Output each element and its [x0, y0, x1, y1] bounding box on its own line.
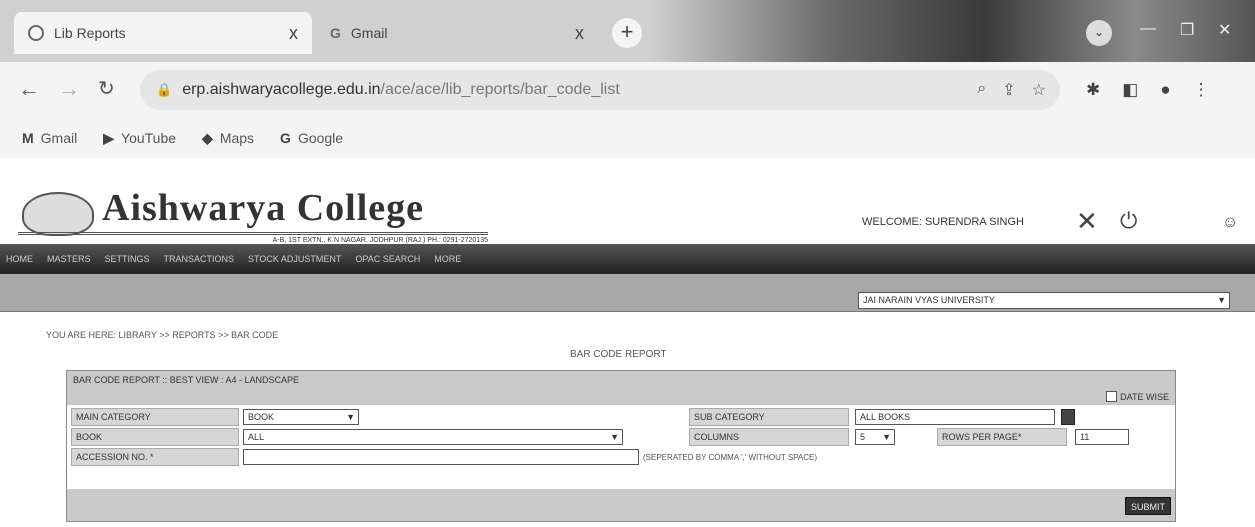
- globe-icon: [28, 25, 44, 41]
- bookmark-star-icon[interactable]: ☆: [1032, 80, 1046, 100]
- sub-category-value: ALL BOOKS: [860, 412, 911, 422]
- gmail-icon: M: [22, 130, 34, 146]
- college-address: A-B, 1ST EXTN., K N NAGAR, JODHPUR (RAJ.…: [18, 232, 488, 244]
- columns-value: 5: [860, 432, 866, 442]
- more-menu-icon[interactable]: ⋮: [1193, 80, 1210, 100]
- bookmark-gmail[interactable]: M Gmail: [22, 130, 77, 146]
- close-tab-icon[interactable]: x: [289, 23, 298, 44]
- rows-per-page-label: ROWS PER PAGE*: [937, 428, 1067, 446]
- book-label: BOOK: [71, 428, 239, 446]
- report-form: BAR CODE REPORT :: BEST VIEW : A4 - LAND…: [66, 370, 1176, 522]
- bookmark-label: Gmail: [40, 130, 78, 146]
- tab-lib-reports[interactable]: Lib Reports x: [14, 12, 312, 54]
- rows-per-page-value: 11: [1080, 432, 1090, 442]
- accession-no-hint: (SEPERATED BY COMMA ',' WITHOUT SPACE): [643, 453, 818, 462]
- chevron-down-icon: ▼: [1217, 295, 1226, 305]
- bookmark-maps[interactable]: ◆ Maps: [202, 130, 254, 147]
- main-category-label: MAIN CATEGORY: [71, 408, 239, 426]
- submit-button[interactable]: SUBMIT: [1124, 497, 1171, 515]
- bookmark-label: YouTube: [121, 130, 177, 146]
- bookmarks-bar: M Gmail ▶ YouTube ◆ Maps G Google: [0, 118, 1255, 158]
- sub-category-field[interactable]: ALL BOOKS: [855, 409, 1055, 425]
- breadcrumb: YOU ARE HERE: LIBRARY >> REPORTS >> BAR …: [46, 330, 279, 340]
- window-close-icon[interactable]: ✕: [1218, 20, 1231, 40]
- maximize-icon[interactable]: ❐: [1180, 20, 1194, 40]
- sub-category-picker-icon[interactable]: [1061, 409, 1075, 425]
- form-row-book: BOOK ALL ▼ COLUMNS 5 ▼ ROWS PER PAGE* 11: [67, 427, 1175, 447]
- menu-settings[interactable]: SETTINGS: [105, 254, 150, 264]
- tab-search-icon[interactable]: ⌄: [1086, 20, 1112, 46]
- book-value: ALL: [248, 432, 265, 442]
- share-icon[interactable]: ⇪: [1002, 80, 1015, 100]
- user-icon[interactable]: ☺: [1222, 214, 1238, 232]
- side-panel-icon[interactable]: ◧: [1122, 80, 1138, 100]
- minimize-icon[interactable]: —: [1140, 20, 1156, 38]
- menu-stock-adjustment[interactable]: STOCK ADJUSTMENT: [248, 254, 341, 264]
- sub-category-label: SUB CATEGORY: [689, 408, 849, 426]
- form-row-accession: ACCESSION NO. * (SEPERATED BY COMMA ',' …: [67, 447, 1175, 467]
- bookmark-label: Google: [297, 130, 344, 146]
- report-form-subheader: [67, 389, 1175, 405]
- window-titlebar-background: [650, 0, 1255, 62]
- menu-masters[interactable]: MASTERS: [47, 254, 91, 264]
- google-icon: G: [330, 25, 341, 41]
- chevron-down-icon: ▼: [610, 432, 619, 442]
- tab-title: Lib Reports: [54, 25, 126, 41]
- new-tab-button[interactable]: +: [612, 18, 642, 48]
- rows-per-page-input[interactable]: 11: [1075, 429, 1129, 445]
- chevron-down-icon: ▼: [882, 432, 891, 442]
- accession-no-input[interactable]: [243, 449, 639, 465]
- google-icon: G: [280, 130, 291, 146]
- date-wise-checkbox[interactable]: [1106, 391, 1118, 402]
- university-select-value: JAI NARAIN VYAS UNIVERSITY: [863, 295, 995, 305]
- back-icon[interactable]: ←: [18, 76, 40, 102]
- profile-icon[interactable]: ●: [1160, 80, 1170, 100]
- url-path: /ace/ace/lib_reports/bar_code_list: [380, 81, 620, 98]
- youtube-icon: ▶: [103, 129, 115, 146]
- power-icon[interactable]: ⏻: [1120, 208, 1137, 234]
- main-category-value: BOOK: [248, 412, 275, 422]
- tools-icon[interactable]: ✕: [1076, 206, 1098, 237]
- zoom-icon[interactable]: ⌕: [977, 80, 986, 100]
- maps-icon: ◆: [202, 129, 213, 146]
- menu-more[interactable]: MORE: [434, 254, 461, 264]
- menu-transactions[interactable]: TRANSACTIONS: [164, 254, 235, 264]
- chevron-down-icon: ▼: [346, 412, 355, 422]
- main-menu: HOME MASTERS SETTINGS TRANSACTIONS STOCK…: [0, 244, 1255, 274]
- address-toolbar: ← → ↻ 🔒 erp.aishwaryacollege.edu.in/ace/…: [0, 62, 1255, 118]
- tab-title: Gmail: [350, 25, 388, 41]
- welcome-text: WELCOME: SURENDRA SINGH: [862, 216, 1024, 228]
- browser-tab-bar: Lib Reports x G Gmail x + ⌄ — ❐ ✕: [0, 0, 1255, 62]
- book-select[interactable]: ALL ▼: [243, 429, 623, 445]
- accession-no-label: ACCESSION NO. *: [71, 448, 239, 466]
- address-bar[interactable]: 🔒 erp.aishwaryacollege.edu.in/ace/ace/li…: [140, 70, 1060, 110]
- date-wise-label: DATE WISE: [1120, 391, 1169, 402]
- main-category-select[interactable]: BOOK ▼: [243, 409, 359, 425]
- report-form-header: BAR CODE REPORT :: BEST VIEW : A4 - LAND…: [67, 371, 1175, 389]
- date-wise-option[interactable]: DATE WISE: [1106, 391, 1169, 402]
- extensions-icon[interactable]: ✱: [1086, 80, 1100, 100]
- forward-icon[interactable]: →: [58, 76, 80, 102]
- report-form-footer: SUBMIT: [67, 489, 1175, 521]
- university-select[interactable]: JAI NARAIN VYAS UNIVERSITY ▼: [858, 292, 1230, 309]
- form-row-main-category: MAIN CATEGORY BOOK ▼ SUB CATEGORY ALL BO…: [67, 407, 1175, 427]
- web-page: Aishwarya College A-B, 1ST EXTN., K N NA…: [0, 158, 1255, 527]
- menu-opac-search[interactable]: OPAC SEARCH: [355, 254, 420, 264]
- bookmark-google[interactable]: G Google: [280, 130, 343, 146]
- columns-select[interactable]: 5 ▼: [855, 429, 895, 445]
- report-title: BAR CODE REPORT: [570, 349, 667, 360]
- reload-icon[interactable]: ↻: [98, 76, 115, 101]
- tab-gmail[interactable]: G Gmail x: [316, 12, 598, 54]
- columns-label: COLUMNS: [689, 428, 849, 446]
- college-logo: [22, 192, 94, 236]
- bookmark-youtube[interactable]: ▶ YouTube: [103, 130, 176, 147]
- close-tab-icon[interactable]: x: [575, 23, 584, 44]
- bookmark-label: Maps: [219, 130, 255, 146]
- lock-icon[interactable]: 🔒: [156, 82, 172, 98]
- college-name: Aishwarya College: [102, 187, 425, 229]
- url-host: erp.aishwaryacollege.edu.in: [182, 81, 381, 98]
- menu-home[interactable]: HOME: [6, 254, 33, 264]
